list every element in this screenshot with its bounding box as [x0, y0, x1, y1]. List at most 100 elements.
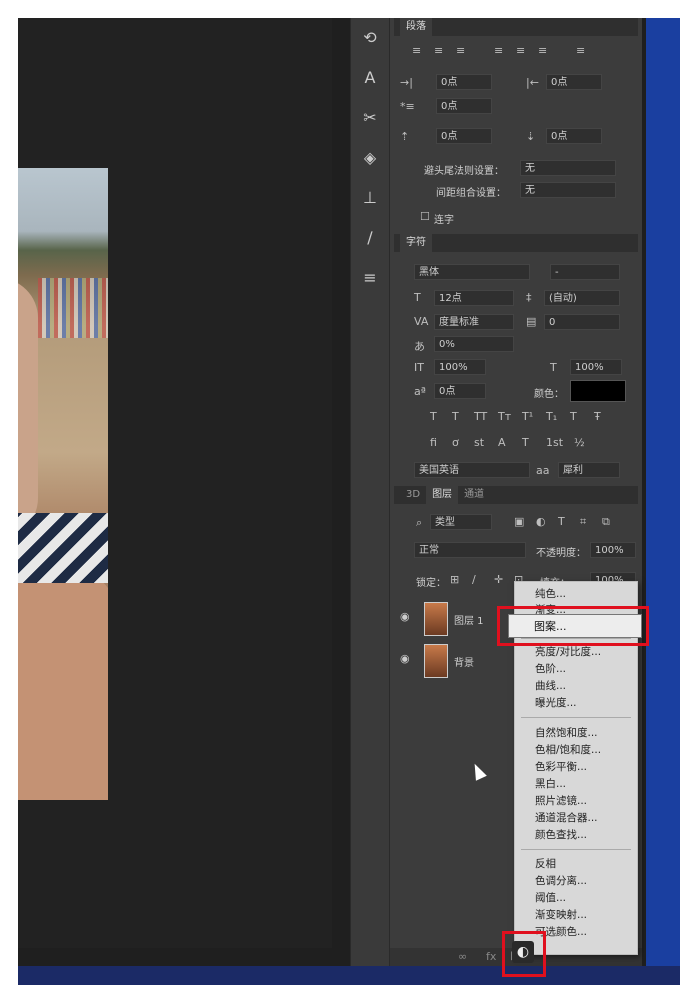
lock-transparent-icon[interactable]: ⊞: [450, 573, 459, 586]
subscript-icon[interactable]: T₁: [546, 410, 557, 423]
align-left-icon[interactable]: ≡: [412, 44, 421, 57]
menu-item[interactable]: 渐变映射...: [535, 907, 587, 923]
baseline-field[interactable]: 0点: [434, 383, 486, 399]
kinsoku-select[interactable]: 无: [520, 160, 616, 176]
menu-item[interactable]: 色阶...: [535, 661, 566, 677]
justify-right-icon[interactable]: ≡: [538, 44, 547, 57]
menu-item[interactable]: 阈值...: [535, 890, 566, 906]
menu-item[interactable]: 色彩平衡...: [535, 759, 587, 775]
blend-mode-select[interactable]: 正常: [414, 542, 526, 558]
document-canvas[interactable]: [18, 18, 332, 948]
scissors-icon[interactable]: ✂: [351, 98, 389, 138]
indent-first-icon: *≡: [400, 100, 415, 113]
color-swatch[interactable]: [570, 380, 626, 402]
justify-all-icon[interactable]: ≡: [576, 44, 585, 57]
kerning-icon: VA: [414, 315, 429, 328]
tsume-field[interactable]: 0%: [434, 336, 514, 352]
menu-item[interactable]: 自然饱和度...: [535, 725, 598, 741]
hyphenate-checkbox[interactable]: ☐: [420, 210, 430, 223]
menu-item[interactable]: 纯色...: [535, 586, 566, 602]
menu-item[interactable]: 反相: [535, 856, 556, 872]
indent-first-field[interactable]: 0点: [436, 98, 492, 114]
strikethrough-icon[interactable]: Ŧ: [594, 410, 601, 423]
ligature-icon[interactable]: fi: [430, 436, 437, 449]
filter-shape-icon[interactable]: ⌗: [580, 515, 586, 529]
character-icon[interactable]: A: [351, 58, 389, 98]
align-right-icon[interactable]: ≡: [456, 44, 465, 57]
menu-item[interactable]: 黑白...: [535, 776, 566, 792]
tab-layers[interactable]: 图层: [426, 486, 459, 504]
menu-item[interactable]: 颜色查找...: [535, 827, 587, 843]
underline-icon[interactable]: T: [570, 410, 577, 423]
faux-bold-icon[interactable]: T: [430, 410, 437, 423]
sliders-icon[interactable]: ≡: [351, 258, 389, 298]
history-icon[interactable]: ⟲: [351, 18, 389, 58]
font-family-select[interactable]: 黑体: [414, 264, 530, 280]
all-caps-icon[interactable]: TT: [474, 410, 487, 423]
menu-item[interactable]: 亮度/对比度...: [535, 644, 601, 660]
fx-button[interactable]: fx: [486, 950, 496, 963]
space-after-field[interactable]: 0点: [546, 128, 602, 144]
language-select[interactable]: 美国英语: [414, 462, 530, 478]
justify-center-icon[interactable]: ≡: [516, 44, 525, 57]
kinsoku-label: 避头尾法则设置：: [424, 166, 504, 177]
indent-right-field[interactable]: 0点: [546, 74, 602, 90]
kerning-field[interactable]: 度量标准: [434, 314, 514, 330]
taskbar: [18, 966, 680, 985]
mojikumi-select[interactable]: 无: [520, 182, 616, 198]
leading-icon: ‡: [526, 291, 532, 304]
eye-icon[interactable]: ◉: [400, 652, 410, 665]
fraction-icon[interactable]: ½: [574, 436, 585, 449]
tab-channels[interactable]: 通道: [458, 486, 490, 504]
link-icon[interactable]: ∞: [458, 950, 467, 963]
faux-italic-icon[interactable]: T: [452, 410, 459, 423]
align-row: ≡ ≡ ≡ ≡ ≡ ≡ ≡: [390, 40, 642, 62]
tracking-field[interactable]: 0: [544, 314, 620, 330]
filter-type-icon[interactable]: T: [558, 515, 565, 528]
menu-item[interactable]: 曲线...: [535, 678, 566, 694]
swash-icon[interactable]: st: [474, 436, 484, 449]
stamp-icon[interactable]: ⊥: [351, 178, 389, 218]
menu-item[interactable]: 照片滤镜...: [535, 793, 587, 809]
old-style-icon[interactable]: ơ: [452, 436, 459, 449]
baseline-icon: aª: [414, 385, 426, 398]
cube-icon[interactable]: ◈: [351, 138, 389, 178]
titling-icon[interactable]: T: [522, 436, 529, 449]
lock-pixels-icon[interactable]: ∕: [472, 573, 476, 586]
opacity-field[interactable]: 100%: [590, 542, 636, 558]
menu-item[interactable]: 曝光度...: [535, 695, 577, 711]
layer-filter-select[interactable]: 类型: [430, 514, 492, 530]
ordinal-icon[interactable]: 1st: [546, 436, 563, 449]
lock-position-icon[interactable]: ✛: [494, 573, 503, 586]
align-center-icon[interactable]: ≡: [434, 44, 443, 57]
space-after-icon: ⇣: [526, 130, 536, 143]
filter-pixel-icon[interactable]: ▣: [514, 515, 524, 528]
antialias-select[interactable]: 犀利: [558, 462, 620, 478]
small-caps-icon[interactable]: Tт: [498, 410, 511, 423]
menu-item[interactable]: 通道混合器...: [535, 810, 598, 826]
superscript-icon[interactable]: T¹: [522, 410, 533, 423]
stylistic-icon[interactable]: A: [498, 436, 506, 449]
filter-adjustment-icon[interactable]: ◐: [536, 515, 546, 528]
menu-item[interactable]: 色相/饱和度...: [535, 742, 601, 758]
indent-left-icon: →|: [400, 76, 413, 89]
eye-icon[interactable]: ◉: [400, 610, 410, 623]
font-size-field[interactable]: 12点: [434, 290, 514, 306]
mojikumi-label: 间距组合设置：: [436, 188, 506, 199]
vscale-field[interactable]: 100%: [434, 359, 486, 375]
font-style-select[interactable]: -: [550, 264, 620, 280]
document-photo: [18, 168, 108, 800]
justify-left-icon[interactable]: ≡: [494, 44, 503, 57]
space-before-field[interactable]: 0点: [436, 128, 492, 144]
hscale-field[interactable]: 100%: [570, 359, 622, 375]
indent-left-field[interactable]: 0点: [436, 74, 492, 90]
menu-item[interactable]: 色调分离...: [535, 873, 587, 889]
tab-3d[interactable]: 3D: [400, 486, 426, 504]
character-panel-header[interactable]: 字符: [394, 234, 638, 252]
leading-field[interactable]: (自动): [544, 290, 620, 306]
brush-icon[interactable]: ∕: [351, 218, 389, 258]
aa-icon: aa: [536, 464, 550, 477]
paragraph-panel-header[interactable]: 段落: [394, 18, 638, 36]
layer-name: 背景: [454, 658, 474, 669]
filter-smart-icon[interactable]: ⧉: [602, 515, 610, 529]
